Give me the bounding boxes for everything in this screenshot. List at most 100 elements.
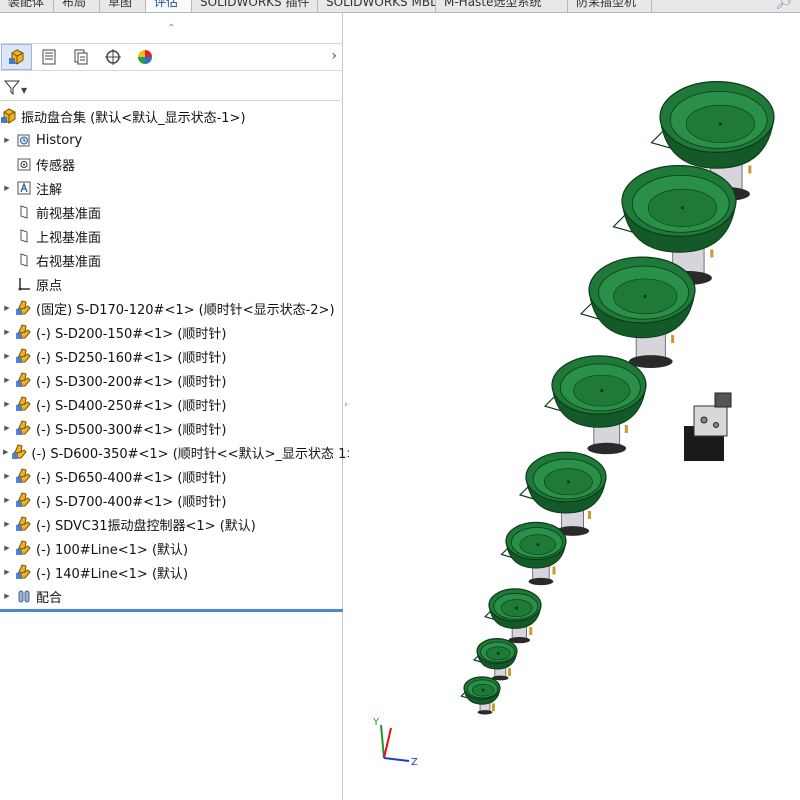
vibratory-bowl[interactable] (500, 521, 567, 586)
tree-item-label: (-) S-D650-400#<1> (顺时针) (36, 470, 227, 486)
tree-item[interactable]: ▶ (-) S-D700-400#<1> (顺时针) (0, 488, 343, 512)
tree-item[interactable]: ▶前视基准面 (0, 200, 343, 224)
history-icon (15, 131, 33, 149)
tree-item[interactable]: ▶ (-) S-D250-160#<1> (顺时针) (0, 344, 343, 368)
propertymanager-icon (42, 49, 55, 65)
subassembly-icon (15, 299, 33, 317)
subassembly-icon (15, 395, 33, 413)
tree-filter[interactable]: ▼ (0, 74, 340, 101)
expand-caret-icon[interactable]: ▶ (3, 400, 11, 408)
tree-item-label: 配合 (36, 590, 63, 606)
subassembly-icon (15, 371, 33, 389)
expand-caret-icon[interactable]: ▶ (3, 328, 11, 336)
tree-item-label: 注解 (36, 182, 63, 198)
subassembly-icon (15, 323, 33, 341)
dimxpert-tab[interactable] (97, 44, 128, 70)
vibratory-bowl[interactable] (460, 676, 501, 715)
panel-collapse-grip[interactable]: ⌃ (0, 13, 343, 43)
tree-item[interactable]: ▶ (-) S-D400-250#<1> (顺时针) (0, 392, 343, 416)
feature-tree: 振动盘合集 (默认<默认_显示状态-1>) ▶History▶传感器▶注解▶前视… (0, 104, 362, 608)
tree-item-label: (-) S-D300-200#<1> (顺时针) (36, 374, 227, 390)
vibratory-bowl[interactable] (579, 256, 696, 368)
propertymanager-tab[interactable] (33, 44, 64, 70)
display-manager-tab[interactable] (129, 44, 160, 70)
expand-caret-icon[interactable]: ▶ (3, 568, 11, 576)
expand-caret-icon[interactable]: ▶ (3, 304, 11, 312)
tree-item[interactable]: ▶原点 (0, 272, 343, 296)
expand-caret-icon[interactable]: ▶ (3, 376, 11, 384)
tree-item[interactable]: ▶ (-) S-D200-150#<1> (顺时针) (0, 320, 343, 344)
origin-icon (15, 275, 33, 293)
subassembly-icon (15, 467, 33, 485)
expand-caret-icon[interactable]: ▶ (3, 472, 11, 480)
tree-root[interactable]: 振动盘合集 (默认<默认_显示状态-1>) (0, 104, 343, 128)
command-tab[interactable]: 草图 (100, 0, 146, 12)
featuremanager-tab[interactable] (1, 44, 32, 70)
tree-item[interactable]: ▶上视基准面 (0, 224, 343, 248)
vibratory-bowl[interactable] (472, 637, 518, 681)
configurationmanager-icon (74, 49, 87, 65)
expand-caret-icon[interactable]: ▶ (3, 352, 11, 360)
expand-caret-icon[interactable]: ▶ (3, 496, 11, 504)
assembly-model-view: YZ (372, 81, 775, 768)
tree-item-label: 右视基准面 (36, 254, 102, 270)
command-tab[interactable]: 布局 (54, 0, 100, 12)
vibratory-bowl[interactable] (483, 588, 542, 644)
plane-icon (15, 251, 33, 269)
tree-item-label: (-) S-D500-300#<1> (顺时针) (36, 422, 227, 438)
filter-icon (4, 80, 20, 95)
tree-item[interactable]: ▶ 配合 (0, 584, 343, 608)
subassembly-icon (15, 347, 33, 365)
chevron-down-icon: ▼ (21, 85, 28, 95)
tree-item[interactable]: ▶ (-) S-D500-300#<1> (顺时针) (0, 416, 343, 440)
command-tab[interactable]: 防呆插型机 (568, 0, 652, 12)
tree-item[interactable]: ▶ (-) S-D600-350#<1> (顺时针<<默认>_显示状态 1>) (0, 440, 362, 464)
tree-item-label: (固定) S-D170-120#<1> (顺时针<显示状态-2>) (36, 302, 335, 318)
tree-item-label: (-) 140#Line<1> (默认) (36, 566, 189, 582)
tree-item[interactable]: ▶ (固定) S-D170-120#<1> (顺时针<显示状态-2>) (0, 296, 343, 320)
tree-item-label: 传感器 (36, 158, 76, 174)
command-tab[interactable]: 评估 (146, 0, 192, 12)
tree-item[interactable]: ▶ 注解 (0, 176, 343, 200)
tree-item-label: (-) S-D600-350#<1> (顺时针<<默认>_显示状态 1>) (31, 446, 363, 462)
assembly-icon (0, 107, 18, 125)
tree-item[interactable]: ▶ (-) 140#Line<1> (默认) (0, 560, 343, 584)
expand-caret-icon[interactable]: ▶ (3, 592, 11, 600)
tree-item[interactable]: ▶ History (0, 128, 343, 152)
chevron-right-icon[interactable]: › (331, 48, 337, 64)
expand-caret-icon[interactable]: ▶ (3, 544, 11, 552)
command-tab[interactable]: 装配体 (0, 0, 54, 12)
tree-item[interactable]: ▶右视基准面 (0, 248, 343, 272)
manager-tab-bar: › (0, 43, 343, 71)
expand-caret-icon[interactable]: ▶ (3, 184, 11, 192)
subassembly-icon (15, 419, 33, 437)
tree-item[interactable]: ▶ (-) 100#Line<1> (默认) (0, 536, 343, 560)
vibratory-bowl[interactable] (543, 355, 647, 455)
tree-item[interactable]: ▶ (-) SDVC31振动盘控制器<1> (默认) (0, 512, 343, 536)
plane-icon (15, 203, 33, 221)
tree-item-label: (-) SDVC31振动盘控制器<1> (默认) (36, 518, 256, 534)
expand-caret-icon[interactable]: ▶ (3, 136, 11, 144)
configurationmanager-tab[interactable] (65, 44, 96, 70)
panel-divider (0, 609, 343, 612)
tree-item[interactable]: ▶传感器 (0, 152, 343, 176)
tree-item-label: 原点 (36, 278, 63, 294)
subassembly-icon (15, 539, 33, 557)
tree-item[interactable]: ▶ (-) S-D650-400#<1> (顺时针) (0, 464, 343, 488)
y-axis-label: Y (372, 717, 380, 728)
tree-item-label: 前视基准面 (36, 206, 102, 222)
graphics-area[interactable]: YZ (349, 13, 800, 800)
tree-item[interactable]: ▶ (-) S-D300-200#<1> (顺时针) (0, 368, 343, 392)
tree-item-label: (-) S-D250-160#<1> (顺时针) (36, 350, 227, 366)
subassembly-icon (15, 491, 33, 509)
axis-triad: YZ (372, 717, 418, 768)
expand-caret-icon[interactable]: ▶ (3, 424, 11, 432)
expand-caret-icon[interactable]: ▶ (3, 448, 8, 456)
expand-caret-icon[interactable]: ▶ (3, 520, 11, 528)
mates-icon (15, 587, 33, 605)
controller-box[interactable] (684, 392, 732, 461)
command-tab[interactable]: SOLIDWORKS MBD (318, 0, 436, 12)
command-tab[interactable]: M-Haste选型系统 (436, 0, 568, 12)
search-icon[interactable]: 🔎︎ (775, 0, 792, 11)
command-tab[interactable]: SOLIDWORKS 插件 (192, 0, 318, 12)
